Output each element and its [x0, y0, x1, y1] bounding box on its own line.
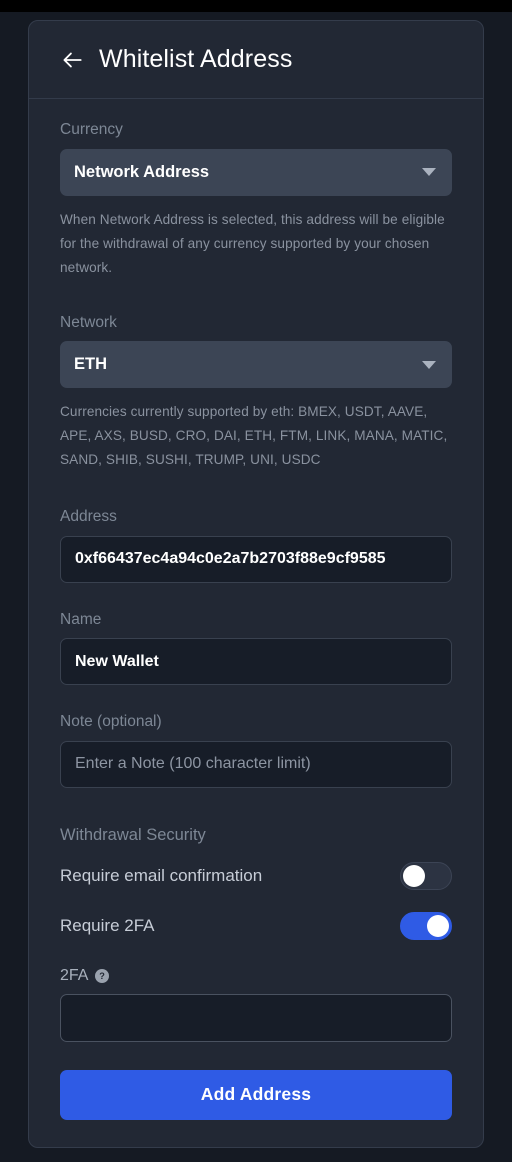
add-address-button[interactable]: Add Address	[60, 1069, 452, 1120]
twofa-input[interactable]	[60, 993, 452, 1042]
twofa-label: 2FA	[60, 966, 89, 984]
arrow-left-icon[interactable]	[59, 47, 85, 73]
network-field-group: Network ETH Currencies currently support…	[60, 314, 452, 473]
question-mark-circle-icon[interactable]: ?	[95, 968, 110, 983]
currency-helper-text: When Network Address is selected, this a…	[60, 211, 445, 275]
withdrawal-security-title: Withdrawal Security	[60, 825, 206, 844]
network-helper-text: Currencies currently supported by eth: B…	[60, 404, 448, 468]
card-body: Currency Network Address When Network Ad…	[29, 99, 483, 1147]
require-2fa-row: Require 2FA	[60, 901, 452, 951]
name-field-group: Name	[60, 611, 452, 686]
toggle-knob	[403, 864, 425, 887]
note-label: Note (optional)	[60, 713, 162, 731]
email-confirmation-row: Require email confirmation	[60, 851, 452, 901]
email-confirmation-label: Require email confirmation	[60, 865, 263, 885]
currency-label: Currency	[60, 121, 123, 138]
network-label: Network	[60, 313, 117, 331]
currency-select[interactable]: Network Address	[60, 148, 452, 196]
note-field-group: Note (optional)	[60, 713, 452, 788]
network-select-wrap: ETH	[60, 341, 452, 389]
twofa-label-row: 2FA ?	[60, 967, 452, 985]
note-input[interactable]	[60, 740, 452, 788]
name-label: Name	[60, 610, 102, 628]
currency-field-group: Currency Network Address When Network Ad…	[60, 121, 452, 280]
page-container: Whitelist Address Currency Network Addre…	[0, 12, 512, 1162]
email-confirmation-toggle[interactable]	[400, 861, 452, 890]
toggle-knob	[427, 914, 449, 937]
svg-text:?: ?	[100, 971, 106, 981]
require-2fa-label: Require 2FA	[60, 915, 155, 935]
name-input[interactable]	[60, 638, 452, 686]
network-select[interactable]: ETH	[60, 341, 452, 389]
address-label: Address	[60, 508, 117, 526]
whitelist-address-card: Whitelist Address Currency Network Addre…	[28, 20, 484, 1148]
require-2fa-toggle[interactable]	[400, 911, 452, 940]
address-input[interactable]	[60, 535, 452, 583]
page-title: Whitelist Address	[99, 45, 293, 73]
address-field-group: Address	[60, 508, 452, 583]
currency-select-wrap: Network Address	[60, 148, 452, 196]
card-header: Whitelist Address	[29, 21, 483, 99]
status-bar-strip	[0, 0, 512, 12]
